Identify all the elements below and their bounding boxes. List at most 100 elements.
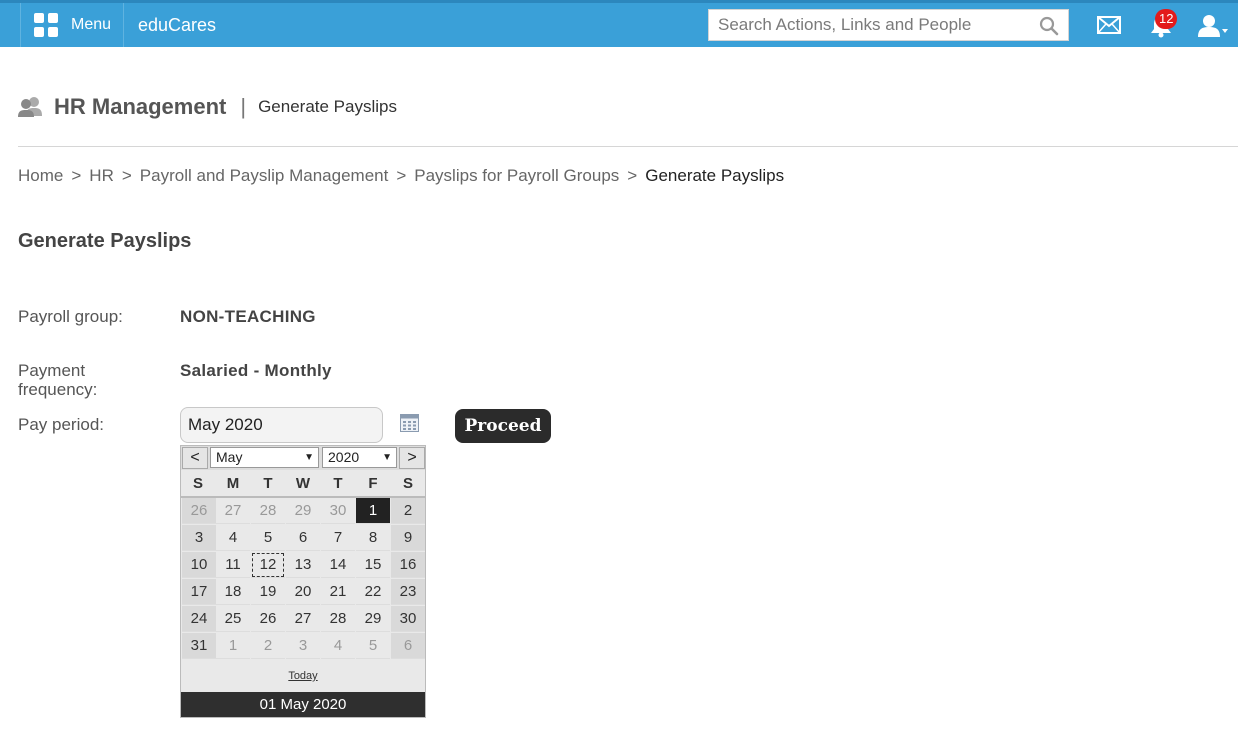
page-header: HR Management | Generate Payslips bbox=[18, 94, 397, 120]
weekday-label: S bbox=[402, 475, 413, 492]
calendar-day[interactable]: 4 bbox=[321, 633, 355, 659]
calendar-day[interactable]: 11 bbox=[216, 552, 250, 578]
breadcrumb: Home > HR > Payroll and Payslip Management > P… bbox=[18, 166, 784, 186]
people-icon bbox=[18, 97, 42, 117]
calendar-icon[interactable] bbox=[400, 414, 419, 432]
calendar-day[interactable]: 14 bbox=[321, 552, 355, 578]
calendar-day[interactable]: 6 bbox=[391, 633, 425, 659]
month-select[interactable]: May ▼ bbox=[210, 447, 319, 468]
calendar-day[interactable]: 1 bbox=[356, 498, 390, 524]
weekday-label: W bbox=[295, 475, 311, 492]
calendar-day[interactable]: 8 bbox=[356, 525, 390, 551]
calendar-nav: < May ▼ 2020 ▼ > bbox=[181, 446, 425, 470]
selected-date-display: 01 May 2020 bbox=[181, 692, 425, 717]
calendar-day[interactable]: 5 bbox=[251, 525, 285, 551]
breadcrumb-current: Generate Payslips bbox=[645, 166, 785, 185]
calendar-day[interactable]: 25 bbox=[216, 606, 250, 632]
calendar-day[interactable]: 7 bbox=[321, 525, 355, 551]
calendar-day[interactable]: 2 bbox=[251, 633, 285, 659]
top-navbar: Menu eduCares 12 bbox=[0, 0, 1238, 47]
chevron-down-icon: ▼ bbox=[382, 452, 392, 463]
breadcrumb-separator: > bbox=[121, 166, 132, 185]
calendar-day[interactable]: 28 bbox=[251, 498, 285, 524]
calendar-day[interactable]: 30 bbox=[321, 498, 355, 524]
weekday-header: S M T W T F S bbox=[181, 472, 425, 498]
title-separator: | bbox=[240, 94, 247, 119]
proceed-button[interactable]: Proceed bbox=[455, 409, 551, 443]
calendar-day[interactable]: 15 bbox=[356, 552, 390, 578]
calendar-day[interactable]: 4 bbox=[216, 525, 250, 551]
calendar-day[interactable]: 31 bbox=[182, 633, 216, 659]
search-input[interactable] bbox=[709, 10, 1038, 40]
calendar-day[interactable]: 26 bbox=[182, 498, 216, 524]
next-month-button[interactable]: > bbox=[399, 447, 425, 469]
calendar-day[interactable]: 29 bbox=[356, 606, 390, 632]
calendar-day[interactable]: 18 bbox=[216, 579, 250, 605]
prev-month-button[interactable]: < bbox=[182, 447, 208, 469]
weekday-label: T bbox=[263, 475, 273, 492]
weekday-label: T bbox=[333, 475, 343, 492]
brand-link[interactable]: eduCares bbox=[138, 15, 216, 36]
page-subtitle: Generate Payslips bbox=[258, 97, 397, 116]
calendar-day[interactable]: 3 bbox=[286, 633, 320, 659]
calendar-day[interactable]: 17 bbox=[182, 579, 216, 605]
menu-button[interactable]: Menu bbox=[20, 3, 124, 47]
calendar-day[interactable]: 2 bbox=[391, 498, 425, 524]
calendar-day[interactable]: 30 bbox=[391, 606, 425, 632]
page-title: HR Management bbox=[54, 94, 227, 119]
menu-label: Menu bbox=[71, 16, 112, 33]
calendar-day[interactable]: 19 bbox=[251, 579, 285, 605]
payment-frequency-label-line2: frequency: bbox=[18, 380, 98, 399]
breadcrumb-separator: > bbox=[627, 166, 638, 185]
weekday-label: S bbox=[192, 475, 203, 492]
calendar-day[interactable]: 21 bbox=[321, 579, 355, 605]
calendar-day[interactable]: 27 bbox=[286, 606, 320, 632]
date-picker: < May ▼ 2020 ▼ > S M T W T F S 26 27 28 29 3… bbox=[180, 445, 426, 718]
payroll-group-label: Payroll group: bbox=[18, 307, 123, 326]
calendar-day[interactable]: 28 bbox=[321, 606, 355, 632]
breadcrumb-separator: > bbox=[396, 166, 407, 185]
search-icon[interactable] bbox=[1039, 16, 1059, 36]
year-select[interactable]: 2020 ▼ bbox=[322, 447, 397, 468]
weekday-label: F bbox=[368, 475, 378, 492]
calendar-day[interactable]: 13 bbox=[286, 552, 320, 578]
pay-period-label: Pay period: bbox=[18, 415, 104, 434]
payment-frequency-value: Salaried - Monthly bbox=[180, 361, 332, 380]
today-link[interactable]: Today bbox=[181, 670, 425, 682]
calendar-day[interactable]: 27 bbox=[216, 498, 250, 524]
notification-badge: 12 bbox=[1155, 9, 1178, 29]
calendar-day[interactable]: 26 bbox=[251, 606, 285, 632]
weekday-label: M bbox=[226, 475, 240, 492]
calendar-day[interactable]: 29 bbox=[286, 498, 320, 524]
calendar-day[interactable]: 3 bbox=[182, 525, 216, 551]
pay-period-input[interactable] bbox=[180, 407, 383, 443]
calendar-day[interactable]: 12 bbox=[251, 552, 285, 578]
calendar-day[interactable]: 24 bbox=[182, 606, 216, 632]
calendar-day[interactable]: 6 bbox=[286, 525, 320, 551]
mail-icon[interactable] bbox=[1097, 16, 1121, 34]
calendar-day[interactable]: 16 bbox=[391, 552, 425, 578]
header-divider bbox=[18, 146, 1238, 147]
breadcrumb-hr[interactable]: HR bbox=[89, 166, 114, 186]
calendar-day[interactable]: 23 bbox=[391, 579, 425, 605]
breadcrumb-home[interactable]: Home bbox=[18, 166, 63, 186]
calendar-day[interactable]: 9 bbox=[391, 525, 425, 551]
search-box bbox=[708, 9, 1069, 41]
chevron-down-icon: ▼ bbox=[304, 452, 314, 463]
calendar-day[interactable]: 1 bbox=[216, 633, 250, 659]
payroll-group-value: NON-TEACHING bbox=[180, 307, 316, 326]
payment-frequency-label: Payment frequency: bbox=[18, 361, 97, 399]
payment-frequency-label-line1: Payment bbox=[18, 361, 86, 380]
breadcrumb-payslips-groups[interactable]: Payslips for Payroll Groups bbox=[414, 166, 619, 186]
calendar-day[interactable]: 22 bbox=[356, 579, 390, 605]
breadcrumb-payroll-management[interactable]: Payroll and Payslip Management bbox=[140, 166, 389, 186]
calendar-day[interactable]: 5 bbox=[356, 633, 390, 659]
month-select-value: May bbox=[216, 449, 243, 465]
user-icon[interactable] bbox=[1198, 14, 1230, 38]
section-title: Generate Payslips bbox=[18, 230, 192, 252]
year-select-value: 2020 bbox=[328, 449, 360, 465]
breadcrumb-separator: > bbox=[71, 166, 82, 185]
calendar-day[interactable]: 10 bbox=[182, 552, 216, 578]
calendar-day[interactable]: 20 bbox=[286, 579, 320, 605]
grid-icon bbox=[34, 13, 58, 37]
